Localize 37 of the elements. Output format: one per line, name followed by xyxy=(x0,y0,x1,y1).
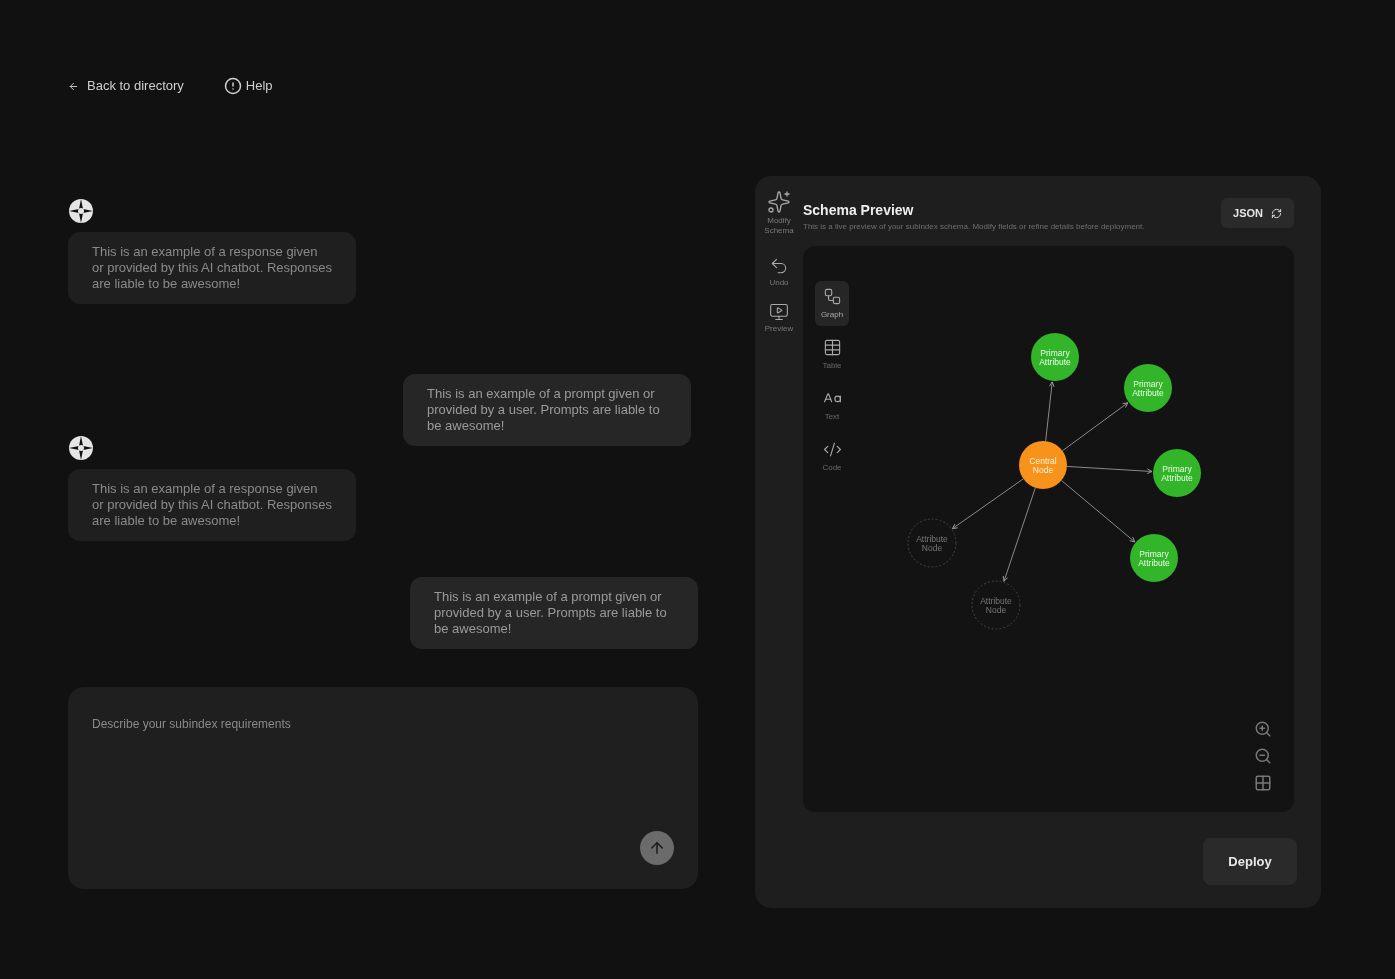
undo-icon xyxy=(769,256,789,276)
response-bubble: This is an example of a response given or provided by this AI chatbot. Responses are liable to be awesome! xyxy=(68,469,356,541)
help-icon xyxy=(223,77,242,95)
rail-button[interactable]: Undo xyxy=(769,256,789,288)
json-button[interactable]: JSON xyxy=(1221,198,1294,228)
deploy-button[interactable]: Deploy xyxy=(1203,838,1297,885)
bot-avatar-icon xyxy=(68,435,94,461)
view-tab[interactable]: Text xyxy=(815,383,849,428)
graph-node[interactable]: Primary Attribute xyxy=(1153,449,1201,497)
view-tab[interactable]: Table xyxy=(815,332,849,377)
view-tab[interactable]: Code xyxy=(815,434,849,479)
message-input[interactable]: Describe your subindex requirements xyxy=(68,687,698,889)
zoom-out-icon[interactable] xyxy=(1254,747,1272,765)
edge-arrow xyxy=(1045,381,1055,442)
graph-icon xyxy=(822,286,842,306)
graph-node[interactable]: Primary Attribute xyxy=(1031,333,1079,381)
view-tab[interactable]: Graph xyxy=(815,281,849,326)
panel-title: Schema Preview xyxy=(803,202,915,218)
graph-node[interactable]: Primary Attribute xyxy=(1130,534,1178,582)
refresh-icon xyxy=(1271,207,1282,219)
graph-node[interactable]: Attribute Node xyxy=(971,580,1021,630)
prompt-bubble: This is an example of a prompt given or provided by a user. Prompts are liable to be awesome! xyxy=(410,577,698,649)
back-link[interactable]: Back to directory xyxy=(68,76,184,96)
response-bubble: This is an example of a response given or provided by this AI chatbot. Responses are liable to be awesome! xyxy=(68,232,356,304)
graph-node[interactable]: Central Node xyxy=(1019,441,1067,489)
prompt-bubble: This is an example of a prompt given or provided by a user. Prompts are liable to be awesome! xyxy=(403,374,691,446)
rail-button[interactable]: Modify Schema xyxy=(762,190,796,236)
bot-avatar-icon xyxy=(68,198,94,224)
graph-node[interactable]: Primary Attribute xyxy=(1124,364,1172,412)
preview-icon xyxy=(769,302,789,322)
table-icon xyxy=(822,337,842,357)
arrow-left-icon xyxy=(68,80,79,92)
zoom-in-icon[interactable] xyxy=(1254,720,1272,738)
help-link[interactable]: Help xyxy=(223,76,273,96)
graph-node[interactable]: Attribute Node xyxy=(907,518,957,568)
rail-button[interactable]: Preview xyxy=(764,302,794,334)
edge-arrow xyxy=(1061,402,1129,452)
